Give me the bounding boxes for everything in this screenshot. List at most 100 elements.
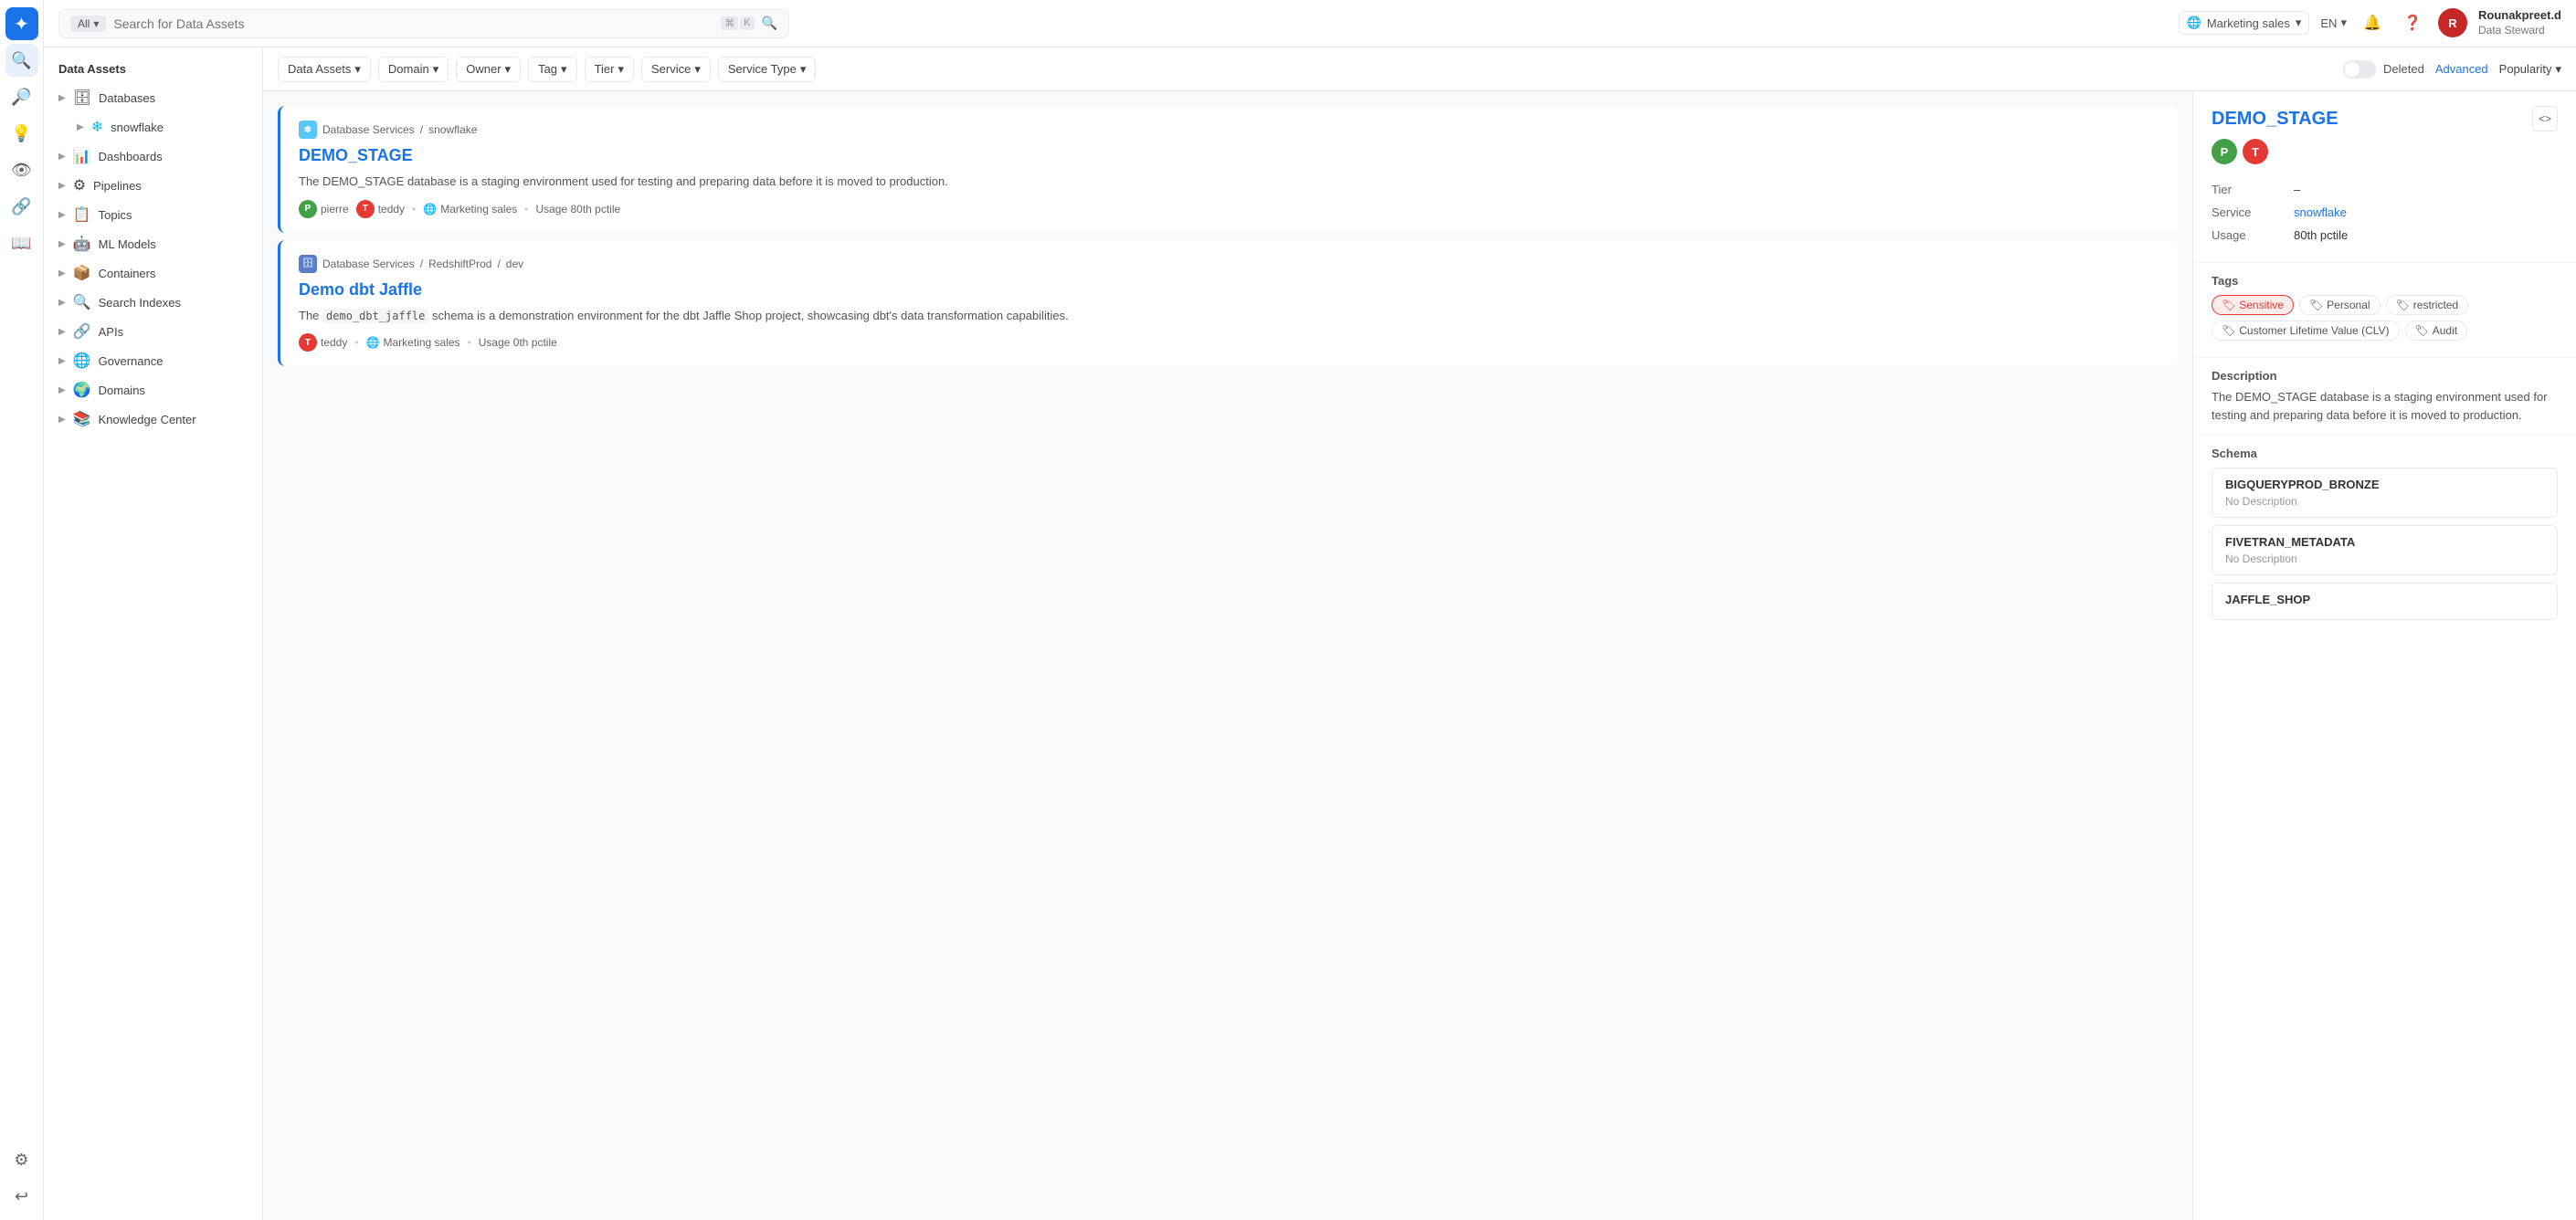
domain-badge-2: 🌐 Marketing sales <box>366 336 460 349</box>
result-card-demo-dbt-jaffle[interactable]: 🗄 Database Services / RedshiftProd / dev… <box>278 240 2178 367</box>
tag-restricted[interactable]: 🏷 restricted <box>2386 295 2469 315</box>
chevron-right-icon: ▶ <box>58 239 66 249</box>
chevron-right-icon: ▶ <box>58 356 66 366</box>
lang-selector[interactable]: EN ▾ <box>2320 16 2347 30</box>
sidebar-item-apis[interactable]: ▶ 🔗 APIs <box>44 317 262 346</box>
chevron-down-icon: ▾ <box>433 62 439 77</box>
schema-item-bigquery[interactable]: BIGQUERYPROD_BRONZE No Description <box>2212 468 2558 518</box>
advanced-button[interactable]: Advanced <box>2435 62 2488 76</box>
chevron-right-icon: ▶ <box>58 415 66 425</box>
filter-service-type[interactable]: Service Type ▾ <box>718 57 816 82</box>
filter-domain[interactable]: Domain ▾ <box>378 57 449 82</box>
search-filter-all[interactable]: All ▾ <box>70 16 106 32</box>
filter-owner[interactable]: Owner ▾ <box>456 57 521 82</box>
topics-icon: 📋 <box>73 205 91 224</box>
chevron-down-icon: ▾ <box>618 62 624 77</box>
schema-item-jaffle-shop[interactable]: JAFFLE_SHOP <box>2212 583 2558 620</box>
panel-toggle-button[interactable]: <> <box>2532 106 2558 131</box>
owner-teddy-2: T teddy <box>299 333 347 352</box>
result-breadcrumb-2: 🗄 Database Services / RedshiftProd / dev <box>299 255 2159 273</box>
sidebar-item-ml-models[interactable]: ▶ 🤖 ML Models <box>44 229 262 258</box>
topbar: All ▾ ⌘K 🔍 🌐 Marketing sales ▾ EN ▾ <box>44 0 2576 47</box>
filter-data-assets[interactable]: Data Assets ▾ <box>278 57 371 82</box>
search-kbd: ⌘K <box>721 16 754 30</box>
filter-tag[interactable]: Tag ▾ <box>528 57 577 82</box>
results-area: ❄ Database Services / snowflake DEMO_STA… <box>263 91 2192 1220</box>
filter-bar-right: Deleted Advanced Popularity ▾ <box>2343 60 2561 79</box>
sidebar-item-topics[interactable]: ▶ 📋 Topics <box>44 200 262 229</box>
popularity-selector[interactable]: Popularity ▾ <box>2499 62 2561 77</box>
insights-button[interactable]: 💡 <box>5 117 38 150</box>
schema-section: Schema BIGQUERYPROD_BRONZE No Descriptio… <box>2193 439 2576 635</box>
apis-icon: 🔗 <box>73 322 91 341</box>
deleted-toggle-switch[interactable] <box>2343 60 2376 79</box>
sidebar-item-containers[interactable]: ▶ 📦 Containers <box>44 258 262 288</box>
chevron-right-icon: ▶ <box>58 152 66 162</box>
topbar-right: 🌐 Marketing sales ▾ EN ▾ 🔔 ❓ R Rounakpre… <box>2179 8 2561 37</box>
search-indexes-icon: 🔍 <box>73 293 91 311</box>
search-container: All ▾ ⌘K 🔍 <box>58 9 789 38</box>
logo-button[interactable]: ✦ <box>5 7 38 40</box>
sidebar-item-governance[interactable]: ▶ 🌐 Governance <box>44 346 262 375</box>
governance-icon: 🌐 <box>73 352 91 370</box>
logout-button[interactable]: ↩ <box>5 1180 38 1213</box>
database-services-icon: ❄ <box>299 121 317 139</box>
sidebar-item-dashboards[interactable]: ▶ 📊 Dashboards <box>44 142 262 171</box>
filter-bar: Data Assets ▾ Domain ▾ Owner ▾ Tag ▾ <box>263 47 2576 91</box>
code-icon: <> <box>2539 112 2551 125</box>
tag-sensitive[interactable]: 🏷 Sensitive <box>2212 295 2294 315</box>
panel-avatar-pierre[interactable]: P <box>2212 139 2237 164</box>
panel-tier-section: Tier – Service snowflake Usage 80th pcti… <box>2193 175 2576 258</box>
search-icon: 🔍 <box>762 16 777 31</box>
snowflake-icon: ❄ <box>91 118 103 136</box>
filter-service[interactable]: Service ▾ <box>641 57 711 82</box>
workspace-selector[interactable]: 🌐 Marketing sales ▾ <box>2179 11 2310 35</box>
ml-models-icon: 🤖 <box>73 235 91 253</box>
sidebar-item-search-indexes[interactable]: ▶ 🔍 Search Indexes <box>44 288 262 317</box>
sidebar-item-domains[interactable]: ▶ 🌍 Domains <box>44 375 262 405</box>
panel-avatars: P T <box>2193 139 2576 175</box>
chevron-right-icon: ▶ <box>58 268 66 279</box>
book-button[interactable]: 📖 <box>5 226 38 259</box>
search-input[interactable] <box>113 16 713 31</box>
sidebar-item-pipelines[interactable]: ▶ ⚙ Pipelines <box>44 171 262 200</box>
chevron-down-icon: ▾ <box>354 62 361 77</box>
notifications-button[interactable]: 🔔 <box>2358 8 2387 37</box>
database-services-icon-2: 🗄 <box>299 255 317 273</box>
observatory-button[interactable]: 👁 <box>5 153 38 186</box>
lineage-button[interactable]: 🔗 <box>5 190 38 223</box>
tag-clv[interactable]: 🏷 Customer Lifetime Value (CLV) <box>2212 321 2400 341</box>
result-title-demo-stage[interactable]: DEMO_STAGE <box>299 146 2159 165</box>
pipelines-icon: ⚙ <box>73 176 86 195</box>
help-button[interactable]: ❓ <box>2398 8 2427 37</box>
tag-personal[interactable]: 🏷 Personal <box>2299 295 2381 315</box>
result-title-demo-dbt-jaffle[interactable]: Demo dbt Jaffle <box>299 280 2159 300</box>
tag-audit[interactable]: 🏷 Audit <box>2405 321 2468 341</box>
owner-avatar-pierre: P <box>299 200 317 218</box>
schema-item-fivetran[interactable]: FIVETRAN_METADATA No Description <box>2212 525 2558 575</box>
sidebar-item-databases[interactable]: ▶ 🗄 Databases <box>44 83 262 112</box>
explore-button[interactable]: 🔍 <box>5 44 38 77</box>
chevron-right-icon: ▶ <box>58 327 66 337</box>
chevron-right-icon: ▶ <box>58 93 66 103</box>
settings-button[interactable]: ⚙ <box>5 1143 38 1176</box>
sidebar-item-snowflake[interactable]: ▶ ❄ snowflake <box>44 112 262 142</box>
user-info: Rounakpreet.d Data Steward <box>2478 8 2561 37</box>
result-card-demo-stage[interactable]: ❄ Database Services / snowflake DEMO_STA… <box>278 106 2178 233</box>
chevron-right-icon: ▶ <box>58 298 66 308</box>
panel-title: DEMO_STAGE <box>2212 109 2532 130</box>
avatar[interactable]: R <box>2438 8 2467 37</box>
dashboards-icon: 📊 <box>73 147 91 165</box>
result-desc-demo-dbt-jaffle: The demo_dbt_jaffle schema is a demonstr… <box>299 307 2159 325</box>
domain-badge: 🌐 Marketing sales <box>423 203 517 216</box>
sidebar-header: Data Assets <box>44 55 262 83</box>
tags-section: Tags 🏷 Sensitive 🏷 Personal 🏷 restricted… <box>2193 267 2576 353</box>
sidebar-item-knowledge-center[interactable]: ▶ 📚 Knowledge Center <box>44 405 262 434</box>
panel-avatar-teddy[interactable]: T <box>2243 139 2268 164</box>
filter-tier[interactable]: Tier ▾ <box>585 57 634 82</box>
right-panel-header: DEMO_STAGE <> <box>2193 91 2576 139</box>
deleted-toggle: Deleted <box>2343 60 2424 79</box>
owner-pierre: P pierre <box>299 200 349 218</box>
result-desc-demo-stage: The DEMO_STAGE database is a staging env… <box>299 173 2159 191</box>
search-button[interactable]: 🔎 <box>5 80 38 113</box>
